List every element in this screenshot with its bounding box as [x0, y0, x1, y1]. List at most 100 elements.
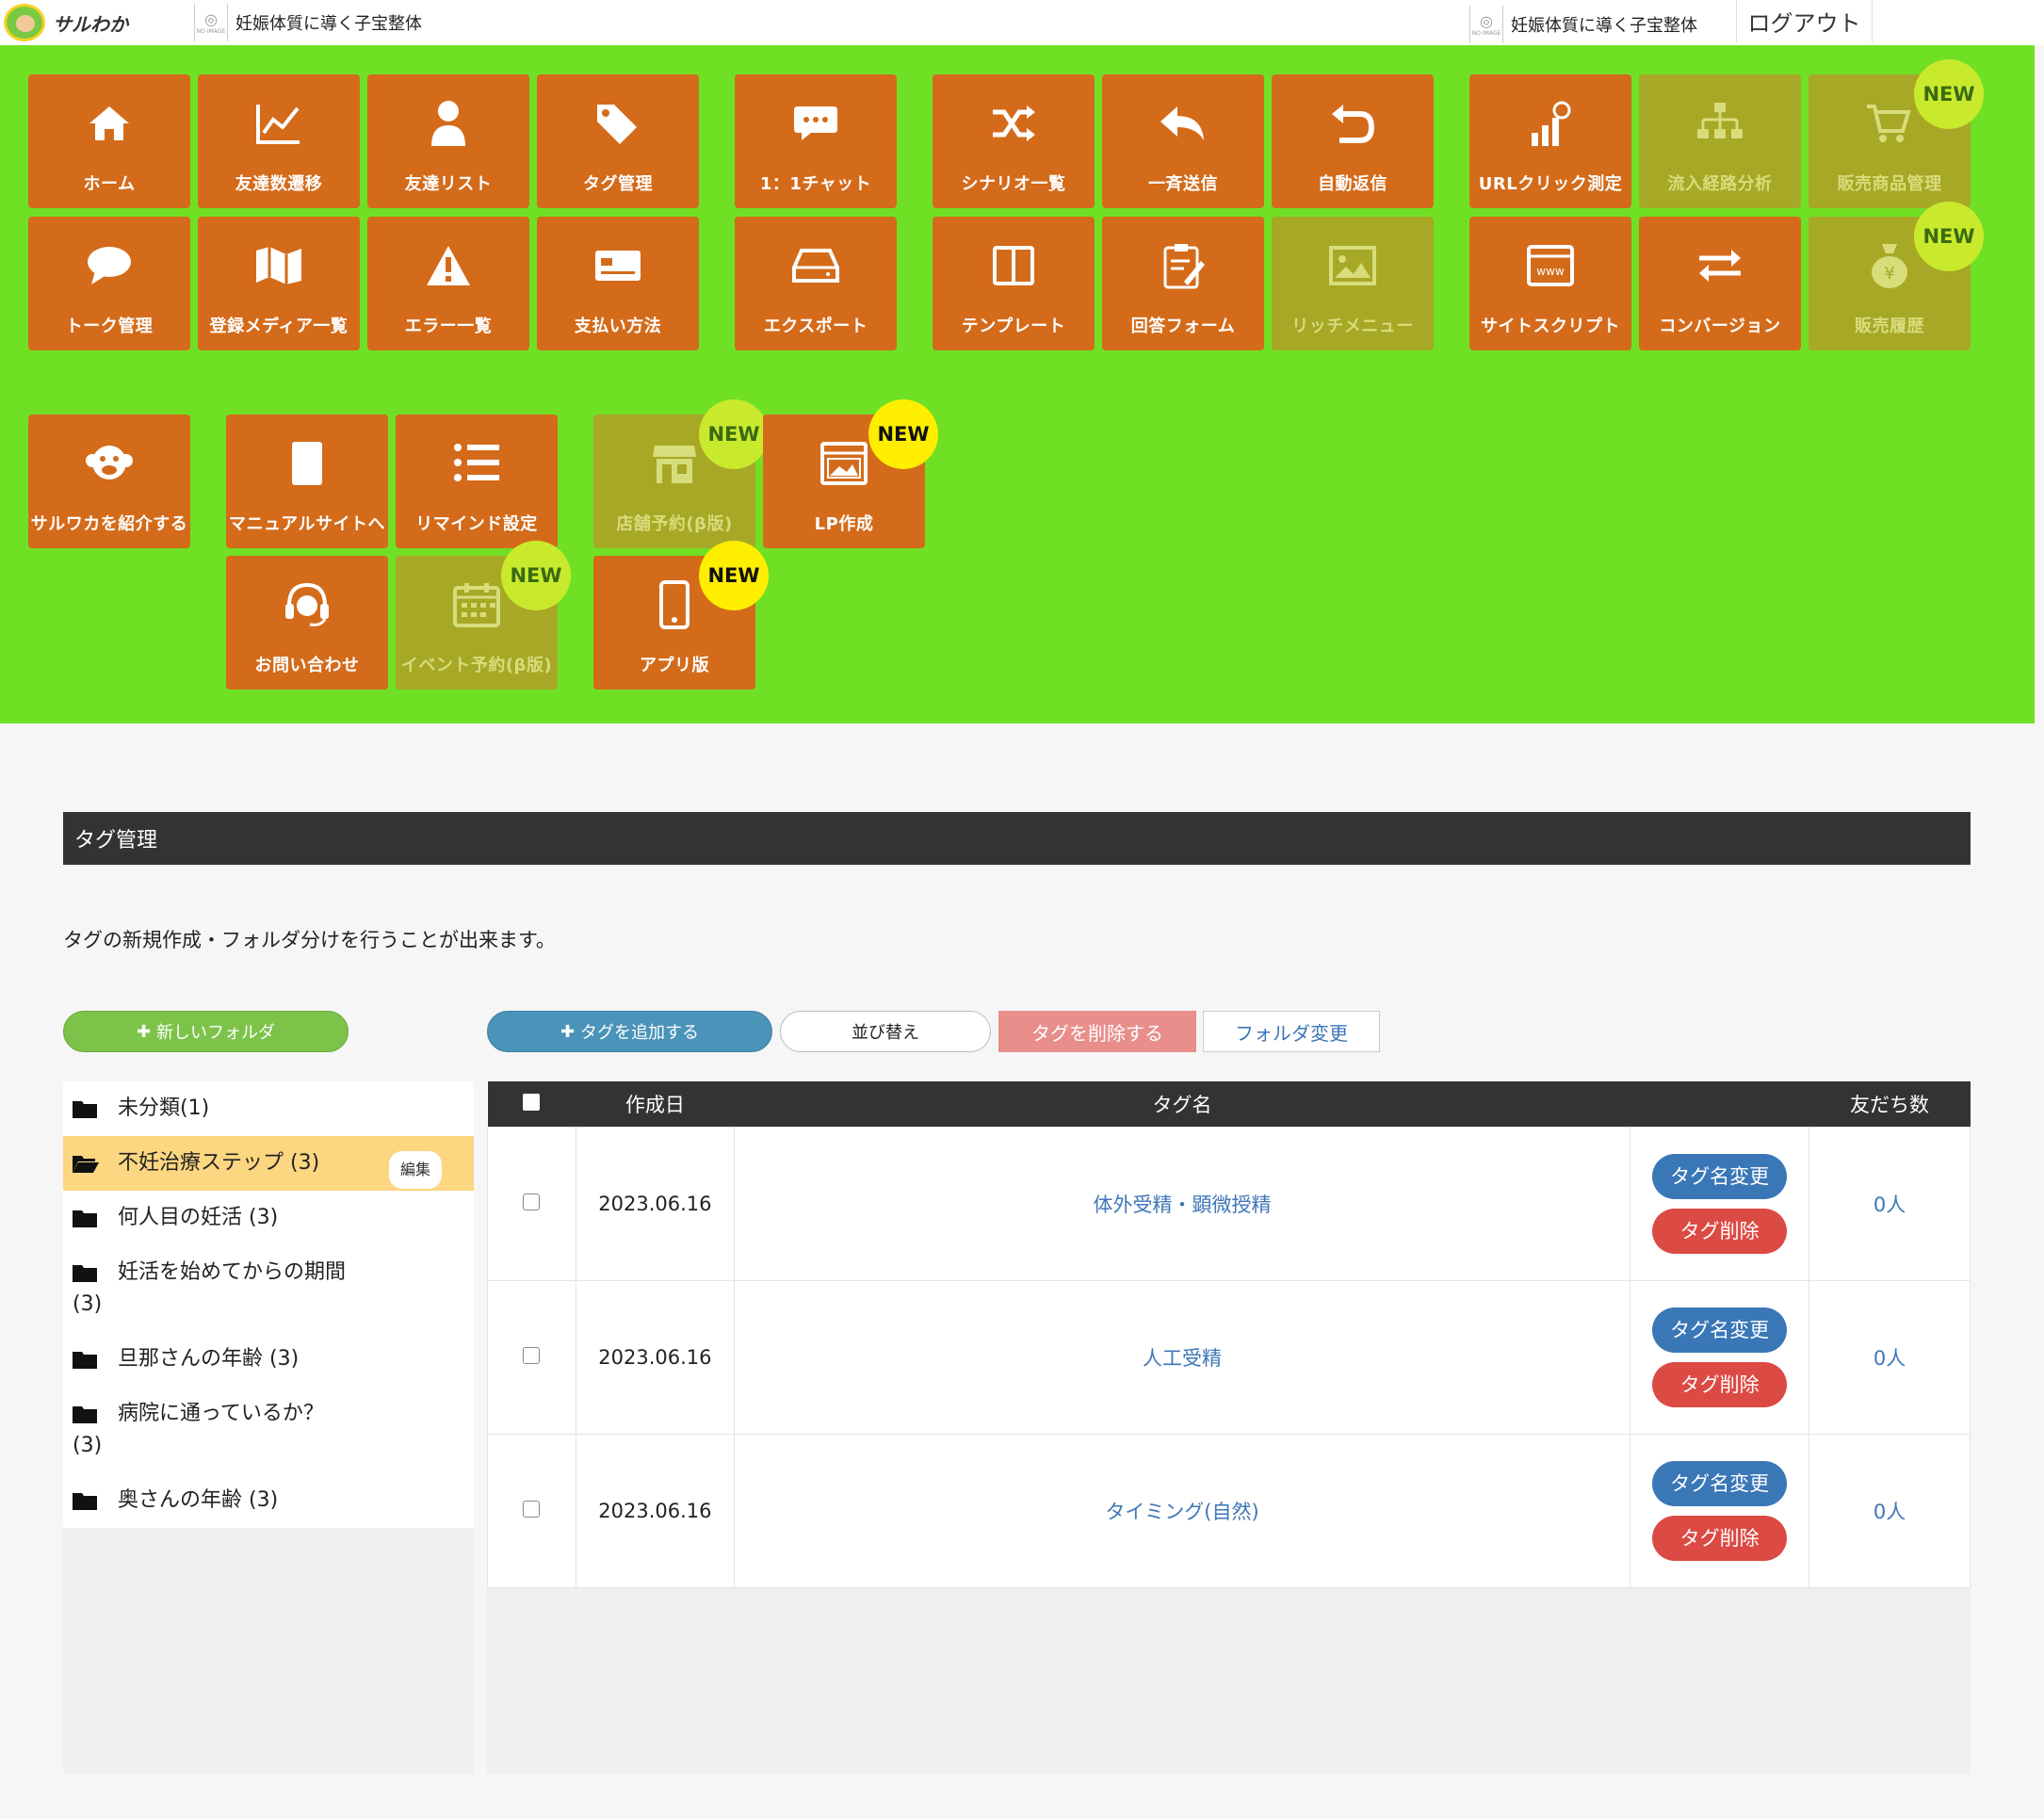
tag-table-panel: 作成日 タグ名 友だち数 2023.06.16 体外受精・顕微授精 タグ名変更 …: [487, 1081, 1971, 1774]
row-checkbox[interactable]: [523, 1193, 541, 1210]
menu-tile-friend-trend[interactable]: 友達数遷移: [198, 74, 360, 208]
folder-item-active[interactable]: 不妊治療ステップ (3) 編集: [63, 1136, 474, 1191]
menu-tile-error-list[interactable]: エラー一覧: [367, 217, 529, 350]
plus-icon: ✚: [136, 1021, 152, 1042]
sitemap-icon: [1695, 95, 1744, 152]
created-date: 2023.06.16: [575, 1279, 735, 1435]
headset-icon: [284, 577, 331, 633]
tags-icon: [593, 95, 642, 152]
svg-text:¥: ¥: [1884, 264, 1894, 284]
menu-tile-introduce[interactable]: サルワカを紹介する: [28, 414, 190, 548]
menu-tile-site-script[interactable]: www サイトスクリプト: [1469, 217, 1631, 350]
menu-tile-chat[interactable]: 1：1チャット: [735, 74, 897, 208]
menu-tile-inflow-analysis[interactable]: 流入経路分析: [1639, 74, 1801, 208]
exchange-icon: [1695, 237, 1744, 294]
user-icon: [430, 95, 467, 152]
change-folder-button[interactable]: フォルダ変更: [1203, 1011, 1380, 1052]
delete-tag-button[interactable]: タグ削除: [1652, 1361, 1788, 1407]
tag-name-link[interactable]: 人工受精: [733, 1279, 1631, 1435]
tag-table: 作成日 タグ名 友だち数 2023.06.16 体外受精・顕微授精 タグ名変更 …: [487, 1081, 1971, 1588]
menu-tile-home[interactable]: ホーム: [28, 74, 190, 208]
header-friends: 友だち数: [1850, 1093, 1930, 1116]
menu-tile-rich-menu[interactable]: リッチメニュー: [1272, 217, 1434, 350]
rename-tag-button[interactable]: タグ名変更: [1652, 1153, 1788, 1199]
delete-tags-button[interactable]: タグを削除する: [998, 1011, 1196, 1052]
table-header: 作成日 タグ名 友だち数: [487, 1081, 1971, 1127]
svg-text:www: www: [1536, 265, 1565, 278]
delete-tag-button[interactable]: タグ削除: [1652, 1515, 1788, 1561]
select-all-checkbox[interactable]: [488, 1081, 576, 1127]
menu-tile-media-list[interactable]: 登録メディア一覧: [198, 217, 360, 350]
menu-tile-conversion[interactable]: コンバージョン: [1639, 217, 1801, 350]
main-menu: ホーム 友達数遷移 友達リスト タグ管理 1：1チャット シナリオ一覧 一斉送信…: [0, 45, 2035, 723]
folder-item[interactable]: 病院に通っているか？ (3): [63, 1387, 474, 1473]
new-badge: NEW: [501, 541, 571, 610]
tag-name-link[interactable]: タイミング(自然): [733, 1433, 1631, 1588]
www-icon: www: [1527, 237, 1574, 294]
friend-count-link[interactable]: 0人: [1809, 1433, 1971, 1588]
rename-tag-button[interactable]: タグ名変更: [1652, 1460, 1788, 1506]
monkey-icon: [85, 435, 134, 492]
menu-tile-remind[interactable]: リマインド設定: [396, 414, 558, 548]
new-folder-button[interactable]: ✚ 新しいフォルダ: [63, 1011, 349, 1052]
store-icon: [651, 435, 698, 492]
friend-count-link[interactable]: 0人: [1809, 1126, 1971, 1281]
rename-tag-button[interactable]: タグ名変更: [1652, 1307, 1788, 1353]
menu-tile-talk[interactable]: トーク管理: [28, 217, 190, 350]
folder-item[interactable]: 未分類(1): [63, 1081, 474, 1136]
sort-button[interactable]: 並び替え: [780, 1011, 991, 1052]
account-right[interactable]: ◎ NO IMAGE 妊娠体質に導く子宝整体: [1469, 6, 1697, 43]
table-row: 2023.06.16 タイミング(自然) タグ名変更 タグ削除 0人: [487, 1433, 1971, 1588]
tag-name-link[interactable]: 体外受精・顕微授精: [733, 1126, 1631, 1281]
reply-icon: [1159, 95, 1208, 152]
menu-tile-app-version[interactable]: アプリ版 NEW: [593, 541, 769, 690]
menu-tile-manual-site[interactable]: マニュアルサイトへ: [226, 414, 388, 548]
header-created: 作成日: [625, 1093, 685, 1116]
menu-tile-scenario-list[interactable]: シナリオ一覧: [933, 74, 1095, 208]
menu-tile-template[interactable]: テンプレート: [933, 217, 1095, 350]
folder-icon: [73, 1343, 99, 1375]
menu-tile-answer-form[interactable]: 回答フォーム: [1102, 217, 1264, 350]
menu-tile-payment[interactable]: 支払い方法: [537, 217, 699, 350]
menu-tile-product-management[interactable]: 販売商品管理 NEW: [1809, 59, 1984, 208]
menu-tile-store-reservation[interactable]: 店舗予約(β版) NEW: [593, 399, 769, 548]
friend-count-link[interactable]: 0人: [1809, 1279, 1971, 1435]
menu-tile-event-reservation[interactable]: イベント予約(β版) NEW: [396, 541, 571, 690]
edit-folder-button[interactable]: 編集: [388, 1151, 442, 1189]
line-chart-icon: [254, 95, 303, 152]
menu-tile-auto-reply[interactable]: 自動返信: [1272, 74, 1434, 208]
credit-card-icon: [593, 237, 642, 294]
menu-tile-url-click[interactable]: URLクリック測定: [1469, 74, 1631, 208]
logout-button[interactable]: ログアウト: [1736, 0, 1873, 42]
menu-tile-lp-create[interactable]: LP作成 NEW: [763, 399, 938, 548]
analytics-icon: [1526, 95, 1575, 152]
row-checkbox[interactable]: [523, 1346, 541, 1364]
folder-item[interactable]: 妊活を始めてからの期間 (3): [63, 1245, 474, 1332]
new-badge: NEW: [1914, 59, 1984, 129]
add-tag-button[interactable]: ✚ タグを追加する: [487, 1011, 772, 1052]
menu-tile-tag-management[interactable]: タグ管理: [537, 74, 699, 208]
menu-tile-sales-history[interactable]: ¥ 販売履歴 NEW: [1809, 202, 1984, 350]
delete-tag-button[interactable]: タグ削除: [1652, 1208, 1788, 1254]
comment-icon: [86, 237, 133, 294]
menu-tile-friend-list[interactable]: 友達リスト: [367, 74, 529, 208]
table-row: 2023.06.16 人工受精 タグ名変更 タグ削除 0人: [487, 1279, 1971, 1435]
money-bag-icon: ¥: [1869, 237, 1910, 294]
header-actions: [1630, 1081, 1809, 1127]
mobile-icon: [659, 577, 689, 633]
folder-item[interactable]: 奥さんの年齢 (3): [63, 1473, 474, 1528]
drive-icon: [792, 237, 839, 294]
menu-tile-broadcast[interactable]: 一斉送信: [1102, 74, 1264, 208]
clipboard-icon: [1161, 237, 1205, 294]
chat-bubble-icon: [792, 95, 839, 152]
account-left[interactable]: ◎ NO IMAGE 妊娠体質に導く子宝整体: [194, 4, 422, 41]
app-logo[interactable]: サルわか: [4, 4, 128, 41]
menu-tile-contact[interactable]: お問い合わせ: [226, 556, 388, 690]
menu-tile-export[interactable]: エクスポート: [735, 217, 897, 350]
folder-item[interactable]: 旦那さんの年齢 (3): [63, 1332, 474, 1387]
row-checkbox[interactable]: [523, 1500, 541, 1518]
header-tag-name: タグ名: [1152, 1093, 1212, 1116]
folder-item[interactable]: 何人目の妊活 (3): [63, 1191, 474, 1245]
plus-icon: ✚: [560, 1021, 576, 1042]
created-date: 2023.06.16: [575, 1126, 735, 1281]
